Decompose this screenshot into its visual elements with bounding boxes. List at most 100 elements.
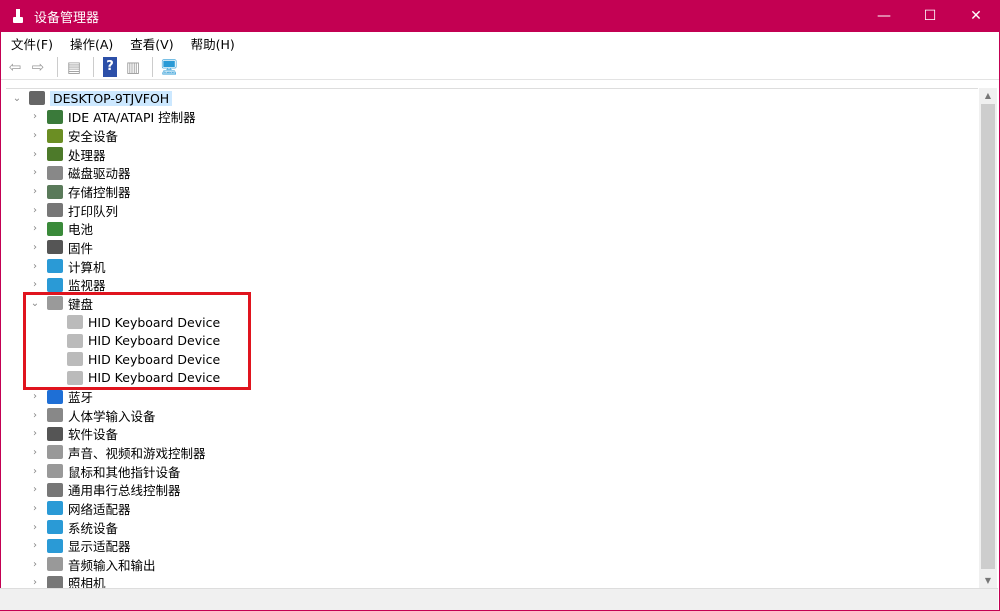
tree-item-label: 计算机 [68,259,106,275]
tree-item[interactable]: › 声音、视频和游戏控制器 [6,443,978,462]
forward-arrow-icon[interactable]: ⇨ [28,57,48,77]
tree-item[interactable]: › 打印队列 [6,201,978,220]
tree-item-label: 网络适配器 [68,501,131,517]
expand-chevron-icon[interactable]: › [28,279,42,290]
toolbar-separator [57,56,58,77]
tree-item-label: 鼠标和其他指针设备 [68,464,181,480]
tree-item-label: 声音、视频和游戏控制器 [68,446,206,461]
tree-item-label: DESKTOP-9TJVFOH [50,90,173,106]
toolbar-separator [152,56,153,77]
expand-chevron-icon[interactable]: › [28,242,42,253]
tree-root[interactable]: ⌄ DESKTOP-9TJVFOH [6,89,978,108]
tree-item[interactable]: › 人体学输入设备 [6,406,978,425]
monitor-icon [47,277,63,292]
expand-chevron-icon[interactable]: › [28,410,42,421]
tree-item[interactable]: › 计算机 [6,257,978,276]
expand-chevron-icon[interactable]: › [28,577,42,588]
disk-drive-icon [47,165,63,180]
help-icon[interactable]: ? [103,56,117,77]
tree-item-label: 处理器 [68,147,106,163]
expand-chevron-icon[interactable]: › [28,391,42,402]
tree-item-label: 存储控制器 [68,185,131,201]
tree-item[interactable]: › 照相机 [6,574,978,588]
network-adapter-icon [47,501,63,516]
tree-item-label: 音频输入和输出 [68,557,156,573]
expand-chevron-icon[interactable]: › [28,205,42,216]
scan-hardware-icon[interactable]: 🖥 [159,57,179,77]
menu-bar: 文件(F) 操作(A) 查看(V) 帮助(H) [1,32,999,54]
minimize-button[interactable]: — [861,0,907,32]
tree-item-label: 磁盘驱动器 [68,166,131,182]
expand-chevron-icon[interactable]: › [28,261,42,272]
system-device-icon [47,520,63,535]
tree-item[interactable]: › 软件设备 [6,425,978,444]
tree-item[interactable]: › 显示适配器 [6,536,978,555]
tree-item-label: 照相机 [68,576,106,588]
tree-item[interactable]: › 磁盘驱动器 [6,164,978,183]
expand-chevron-icon[interactable]: › [28,186,42,197]
tree-item-label: 显示适配器 [68,539,131,555]
toolbar: ⇦ ⇨ ▤? ▥ 🖥 [1,54,999,80]
tree-item[interactable]: › 固件 [6,238,978,257]
tree-item[interactable]: › 音频输入和输出 [6,555,978,574]
hid-icon [47,408,63,423]
tree-item-label: 软件设备 [68,427,119,443]
battery-icon [47,221,63,236]
back-arrow-icon[interactable]: ⇦ [5,57,25,77]
expand-chevron-icon[interactable]: › [28,428,42,439]
sound-icon [47,445,63,460]
toolbar-separator [93,56,94,77]
expand-chevron-icon[interactable]: › [28,130,42,141]
tree-item[interactable]: › 存储控制器 [6,182,978,201]
menu-item[interactable]: 查看(V) [120,34,180,53]
scrollbar-thumb[interactable] [981,104,995,569]
expand-chevron-icon[interactable]: › [28,484,42,495]
expand-chevron-icon[interactable]: › [28,540,42,551]
collapse-chevron-icon[interactable]: ⌄ [10,93,24,104]
bluetooth-icon [47,389,63,404]
menu-item[interactable]: 操作(A) [60,34,120,53]
close-button[interactable]: ✕ [953,0,999,32]
tree-item[interactable]: › 处理器 [6,145,978,164]
expand-chevron-icon[interactable]: › [28,167,42,178]
expand-chevron-icon[interactable]: › [28,223,42,234]
camera-icon [47,575,63,588]
tree-item[interactable]: › 蓝牙 [6,387,978,406]
firmware-icon [47,240,63,255]
expand-chevron-icon[interactable]: › [28,559,42,570]
device-manager-icon [10,8,26,24]
expand-chevron-icon[interactable]: › [28,149,42,160]
scroll-up-arrow[interactable]: ▲ [979,91,997,100]
tree-item[interactable]: › 电池 [6,219,978,238]
keyboard-highlight-box [23,292,251,390]
maximize-button[interactable]: ☐ [907,0,953,32]
display-adapter-icon [47,538,63,553]
expand-chevron-icon[interactable]: › [28,503,42,514]
printer-icon [47,203,63,218]
expand-chevron-icon[interactable]: › [28,111,42,122]
vertical-scrollbar[interactable]: ▲ ▼ [979,88,997,588]
ide-controller-icon [47,109,63,124]
properties-icon[interactable]: ▤ [64,57,84,77]
expand-chevron-icon[interactable]: › [28,447,42,458]
tree-item-label: 固件 [68,240,94,256]
menu-item[interactable]: 帮助(H) [181,34,242,53]
window-title: 设备管理器 [34,10,100,26]
menu-item[interactable]: 文件(F) [1,34,60,53]
tree-item[interactable]: › IDE ATA/ATAPI 控制器 [6,108,978,127]
expand-chevron-icon[interactable]: › [28,522,42,533]
scroll-down-arrow[interactable]: ▼ [979,576,997,585]
expand-chevron-icon[interactable]: › [28,466,42,477]
tree-item-label: 通用串行总线控制器 [68,483,181,499]
title-bar: 设备管理器 — ☐ ✕ [1,0,999,32]
tree-item-label: IDE ATA/ATAPI 控制器 [68,110,196,126]
update-driver-icon[interactable]: ▥ [123,57,143,77]
tree-item[interactable]: › 网络适配器 [6,499,978,518]
tree-item[interactable]: › 系统设备 [6,518,978,537]
security-device-icon [47,128,63,143]
tree-item[interactable]: › 安全设备 [6,126,978,145]
tree-item[interactable]: › 鼠标和其他指针设备 [6,462,978,481]
software-device-icon [47,426,63,441]
tree-item[interactable]: › 通用串行总线控制器 [6,480,978,499]
audio-io-icon [47,557,63,572]
